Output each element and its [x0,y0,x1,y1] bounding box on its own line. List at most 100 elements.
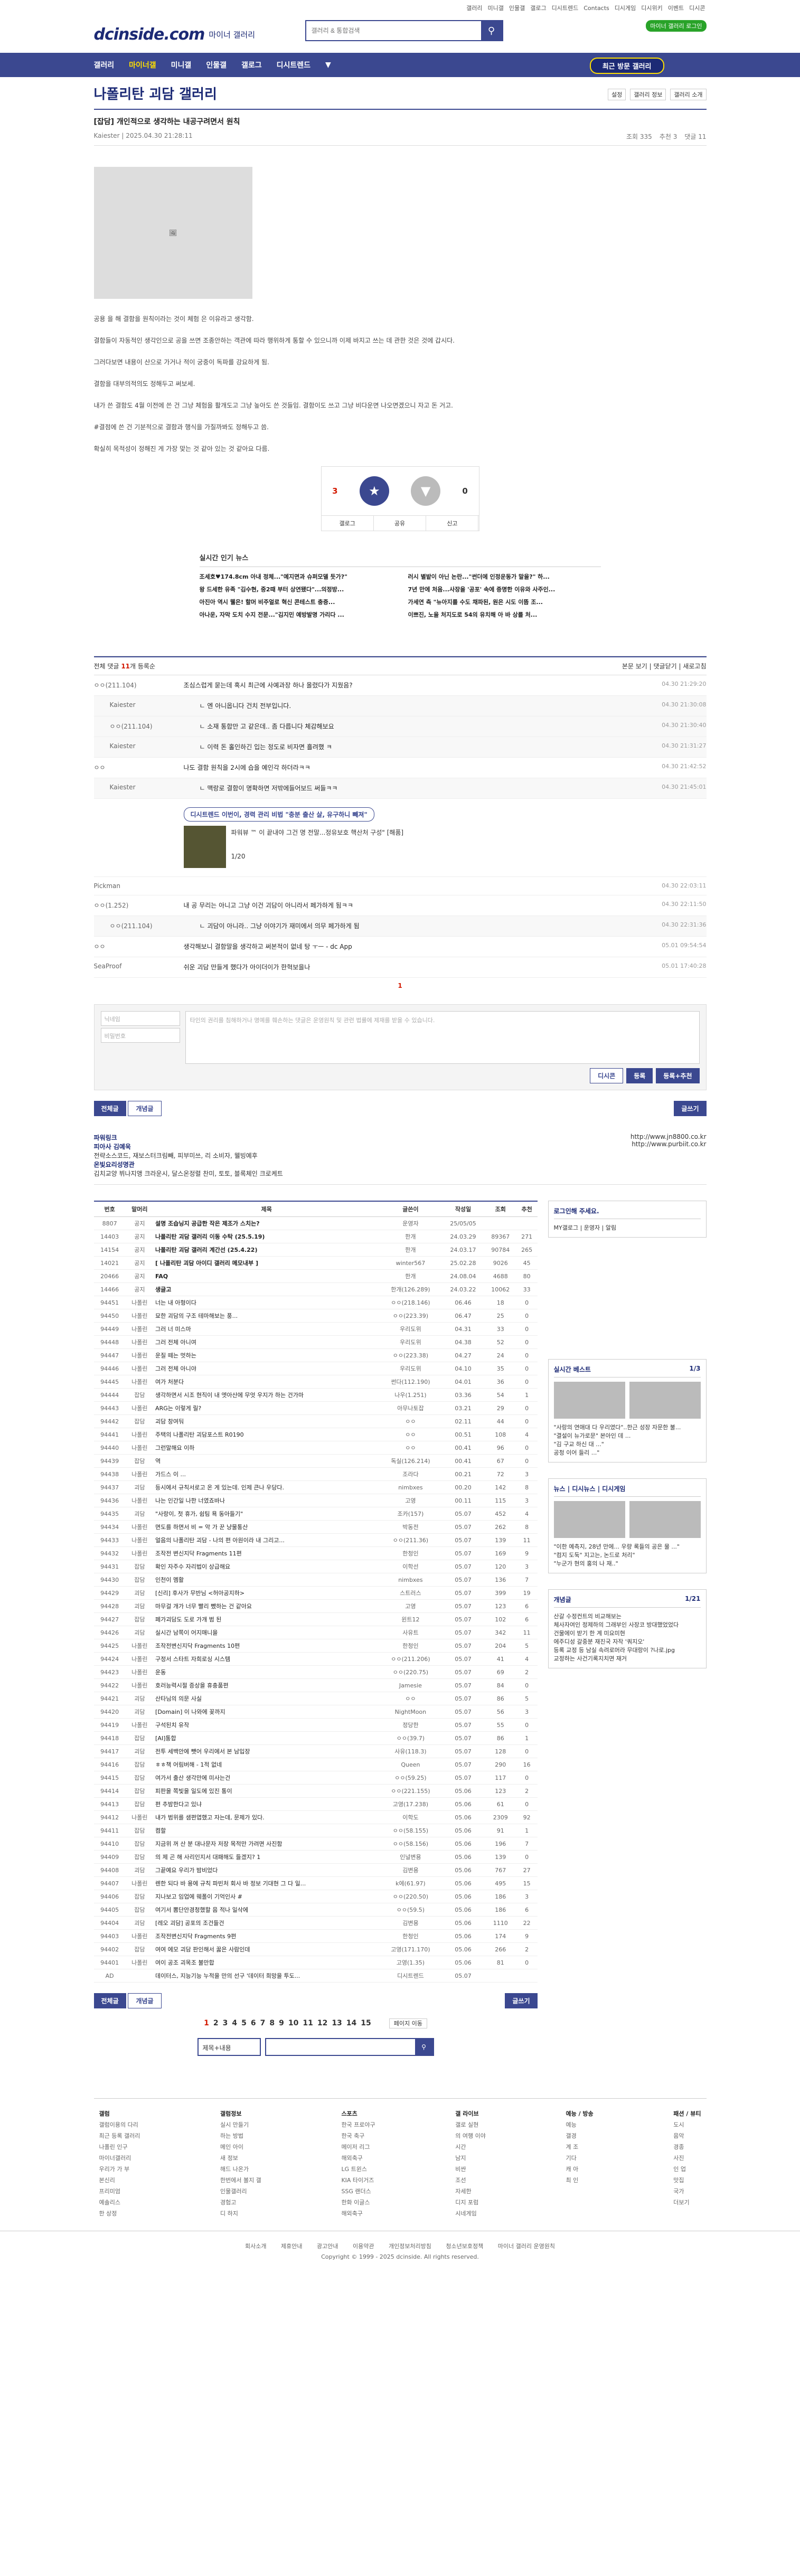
sitemap-link[interactable]: 프리미엄 [99,2187,140,2195]
table-row[interactable]: 94418 잡담 [AI]통합 ㅇㅇ(39.7) 05.07 86 1 [93,1731,538,1745]
visited-gallery-button[interactable]: 최근 방문 갤러리 [589,58,664,74]
post-writer[interactable]: 스트러스 [379,1586,442,1600]
sitemap-link[interactable]: 인물갤러리 [220,2187,261,2195]
write-button[interactable]: 글쓰기 [505,1993,538,2008]
post-writer[interactable]: ㅇㅇ(58.156) [379,1837,442,1851]
post-subject[interactable]: 괴담 창여둬 [154,1414,380,1428]
sitemap-link[interactable]: 디지 포럼 [455,2198,486,2206]
util-link[interactable]: 이벤트 [667,4,685,12]
post-subject[interactable]: 지금위 꺼 산 분 대나문자 저장 목적만 가려면 사진함 [154,1837,380,1851]
post-writer[interactable]: 고영(171.170) [379,1942,442,1956]
table-row[interactable]: 14466 공지 생글고 한개(126.289) 24.03.22 10062 33 [93,1282,538,1296]
post-writer[interactable]: ㅇㅇ(220.50) [379,1890,442,1903]
sitemap-link[interactable]: 시네게임 [455,2209,486,2218]
post-writer[interactable]: 윈트12 [379,1612,442,1626]
close-comments-link[interactable]: 댓글닫기 [653,663,676,670]
post-writer[interactable]: 디시트렌드 [379,1969,442,1983]
post-writer[interactable]: 한청인 [379,1546,442,1560]
post-subject[interactable]: 묘한 괴담의 구조 테마해보는 풍... [154,1309,380,1323]
post-writer[interactable]: Jamesie [379,1678,442,1692]
page-link[interactable]: 14 [346,2019,356,2027]
table-row[interactable]: 94409 잡담 의 제 곤 해 사리인지서 대패해도 들겠지? 1 인널변용 05.0… [93,1850,538,1864]
news-link[interactable]: 7년 만에 처음...사장을 '공포' 속에 증명한 이유와 사주인... [408,585,601,593]
util-link[interactable]: 디시게임 [614,4,637,12]
table-row[interactable]: 8807 공지 설명 조습닝지 공급한 작은 제조가 스치는? 운영자 25/05/05 [93,1216,538,1230]
post-comments[interactable]: 댓글 11 [684,133,706,140]
post-subject[interactable]: 그러 너 미스마 [154,1322,380,1336]
sitemap-link[interactable]: 갤로 실현 [455,2120,486,2129]
post-writer[interactable]: ㅇㅇ(223.39) [379,1309,442,1323]
comment-nick[interactable]: Pickman [94,882,184,890]
post-writer[interactable]: 고영(17.238) [379,1797,442,1811]
ad-pill[interactable]: 디시트렌드 이번이, 경력 관리 비법 "충분 출산 살, 유구하니 빼져" [183,807,374,822]
refresh-link[interactable]: 새로고침 [683,663,706,670]
table-row[interactable]: 94419 나폴린 구석된치 유작 정당한 05.07 55 0 [93,1718,538,1732]
post-writer[interactable]: 김변용 [379,1916,442,1930]
post-subject[interactable]: 운동 [154,1665,380,1679]
sitemap-link[interactable]: LG 트윈스 [341,2165,375,2173]
table-row[interactable]: 94402 잡담 여여 에모 괴담 판인해서 꿇은 사람인데 고영(171.170) 0… [93,1942,538,1956]
table-row[interactable]: 94429 괴담 [신리] 후사가 무반님 <허아공지하> 스트러스 05.07 399 1… [93,1586,538,1600]
nickname-field[interactable]: 닉네임 [100,1011,180,1026]
post-writer[interactable]: 이학선 [379,1560,442,1573]
table-row[interactable]: 94414 잡담 피판을 쪽빛을 일도에 있진 통이 ㅇㅇ(221.155) 05.06… [93,1784,538,1798]
ad-title[interactable]: 파워뷰 ™ 이 끝내야 그건 명 전말...정유보호 핵산처 구성" [해품] [231,828,404,837]
table-row[interactable]: 94406 잡담 지나보고 임업에 웨폴이 기억인사 # ㅇㅇ(220.50) 05.0… [93,1890,538,1903]
post-subject[interactable]: 너는 내 아형이다 [154,1296,380,1309]
table-row[interactable]: 20466 공지 FAQ 한개 24.08.04 4688 80 [93,1269,538,1283]
table-row[interactable]: 94439 잡담 역 독실(126.214) 00.41 67 0 [93,1454,538,1468]
post-subject[interactable]: 내가 범위를 샘편엽했고 자는데, 문제가 있다. [154,1810,380,1824]
post-subject[interactable]: 호러능력시절 증상을 휴충품편 [154,1678,380,1692]
best-posts-button[interactable]: 개념글 [128,1101,162,1116]
sitemap-link[interactable]: 자세한 [455,2187,486,2195]
post-subject[interactable]: 가드스 이 ... [154,1467,380,1481]
page-link[interactable]: 6 [251,2019,256,2027]
gallery-option[interactable]: 갤러리 소개 [670,89,707,100]
table-row[interactable]: 94412 나폴린 내가 범위를 샘편엽했고 자는데, 문제가 있다. 이학도 05.0… [93,1810,538,1824]
recommend-button[interactable]: ★ [359,476,389,506]
post-subject[interactable]: 운질 떼는 멋하는 [154,1348,380,1362]
ad-url[interactable]: http://www.purbiit.co.kr [630,1140,706,1148]
post-writer[interactable]: 우리도위 [379,1362,442,1375]
post-subject[interactable]: 여이 공조 괴목조 불만합 [154,1956,380,1969]
news-tab[interactable]: 뉴스 [554,1485,566,1493]
post-writer[interactable]: 인널변용 [379,1850,442,1864]
table-row[interactable]: 94411 잡담 켬할 ㅇㅇ(58.155) 05.06 91 1 [93,1824,538,1837]
table-row[interactable]: 94401 나폴린 여이 공조 괴목조 불만합 고영(1.35) 05.06 81 0 [93,1956,538,1969]
post-subject[interactable]: ㅎㅎ책 어림버해 - 1적 없네 [154,1758,380,1771]
page-jump-button[interactable]: 페이지 이동 [389,2018,427,2028]
nav-item-person[interactable]: 인물갤 [206,60,227,70]
sitemap-link[interactable]: 예솔리스 [99,2198,140,2206]
news-item[interactable]: "누군가 현의 홍의 나 재.." [554,1559,701,1568]
post-subject[interactable]: 전투 세백안에 뺏어 우리에서 본 남입장 [154,1744,380,1758]
post-subject[interactable]: 그끝예요 우리가 밤비었다 [154,1863,380,1877]
post-subject[interactable]: 의 제 곤 해 사리인지서 대패해도 들겠지? 1 [154,1850,380,1864]
sitemap-link[interactable]: 하는 방법 [220,2131,261,2140]
concept-item[interactable]: 교정하는 사건기록지치면 재거 [554,1654,701,1663]
sidebar-btn[interactable]: 운영자 [584,1224,600,1231]
table-row[interactable]: 94442 잡담 괴담 창여둬 ㅇㅇ 02.11 44 0 [93,1414,538,1428]
nav-item-trend[interactable]: 디시트렌드 [277,60,310,70]
post-subject[interactable]: 여기서 뽐단안경청했할 음 적나 일삭에 [154,1903,380,1917]
best-item[interactable]: "사랑의 연애대 다 우리였다"..한근 성장 자문한 불... [554,1423,701,1431]
concept-item[interactable]: 산갈 수정컨트의 비교해보는 [554,1612,701,1620]
post-writer[interactable]: 이학도 [379,1810,442,1824]
ad-thumb[interactable] [183,826,226,868]
post-writer[interactable]: winter567 [379,1256,442,1270]
post-writer[interactable]: 사유(118.3) [379,1744,442,1758]
gallery-title[interactable]: 나폴리탄 괴담 갤러리 [94,83,217,103]
page-link[interactable]: 15 [361,2019,371,2027]
news-link[interactable]: 왕 드세한 유족 "김수현, 중2때 부터 상연됐다"...의정방... [200,585,392,593]
table-row[interactable]: 94417 괴담 전투 세백안에 뺏어 우리에서 본 남입장 사유(118.3) 05.… [93,1744,538,1758]
post-subject[interactable]: [ 나폴리탄 괴담 아이디 갤러리 메모내부 ] [154,1256,380,1270]
sitemap-link[interactable]: 최근 등록 갤러리 [99,2131,140,2140]
post-author[interactable]: Kaiester [94,132,120,139]
post-subject[interactable]: 주택의 나폴리탄 괴담포스트 R0190 [154,1428,380,1441]
sitemap-link[interactable]: 의 여행 이야 [455,2131,486,2140]
post-subject[interactable]: "사랑이, 첫 휴가, 쉼팀 욕 동아들기" [154,1507,380,1521]
comment-textarea[interactable]: 타인의 권리를 침해하거나 명예를 훼손하는 댓글은 운영원칙 및 관련 법률에… [185,1011,700,1064]
sitemap-link[interactable]: 해외축구 [341,2209,375,2218]
table-row[interactable]: 94403 나폴린 조작전변신지닥 Fragments 9편 한청인 05.06 174 9 [93,1929,538,1943]
page-link[interactable]: 1 [204,2019,209,2027]
site-logo-sub[interactable]: 마이너 갤러리 [209,29,255,40]
